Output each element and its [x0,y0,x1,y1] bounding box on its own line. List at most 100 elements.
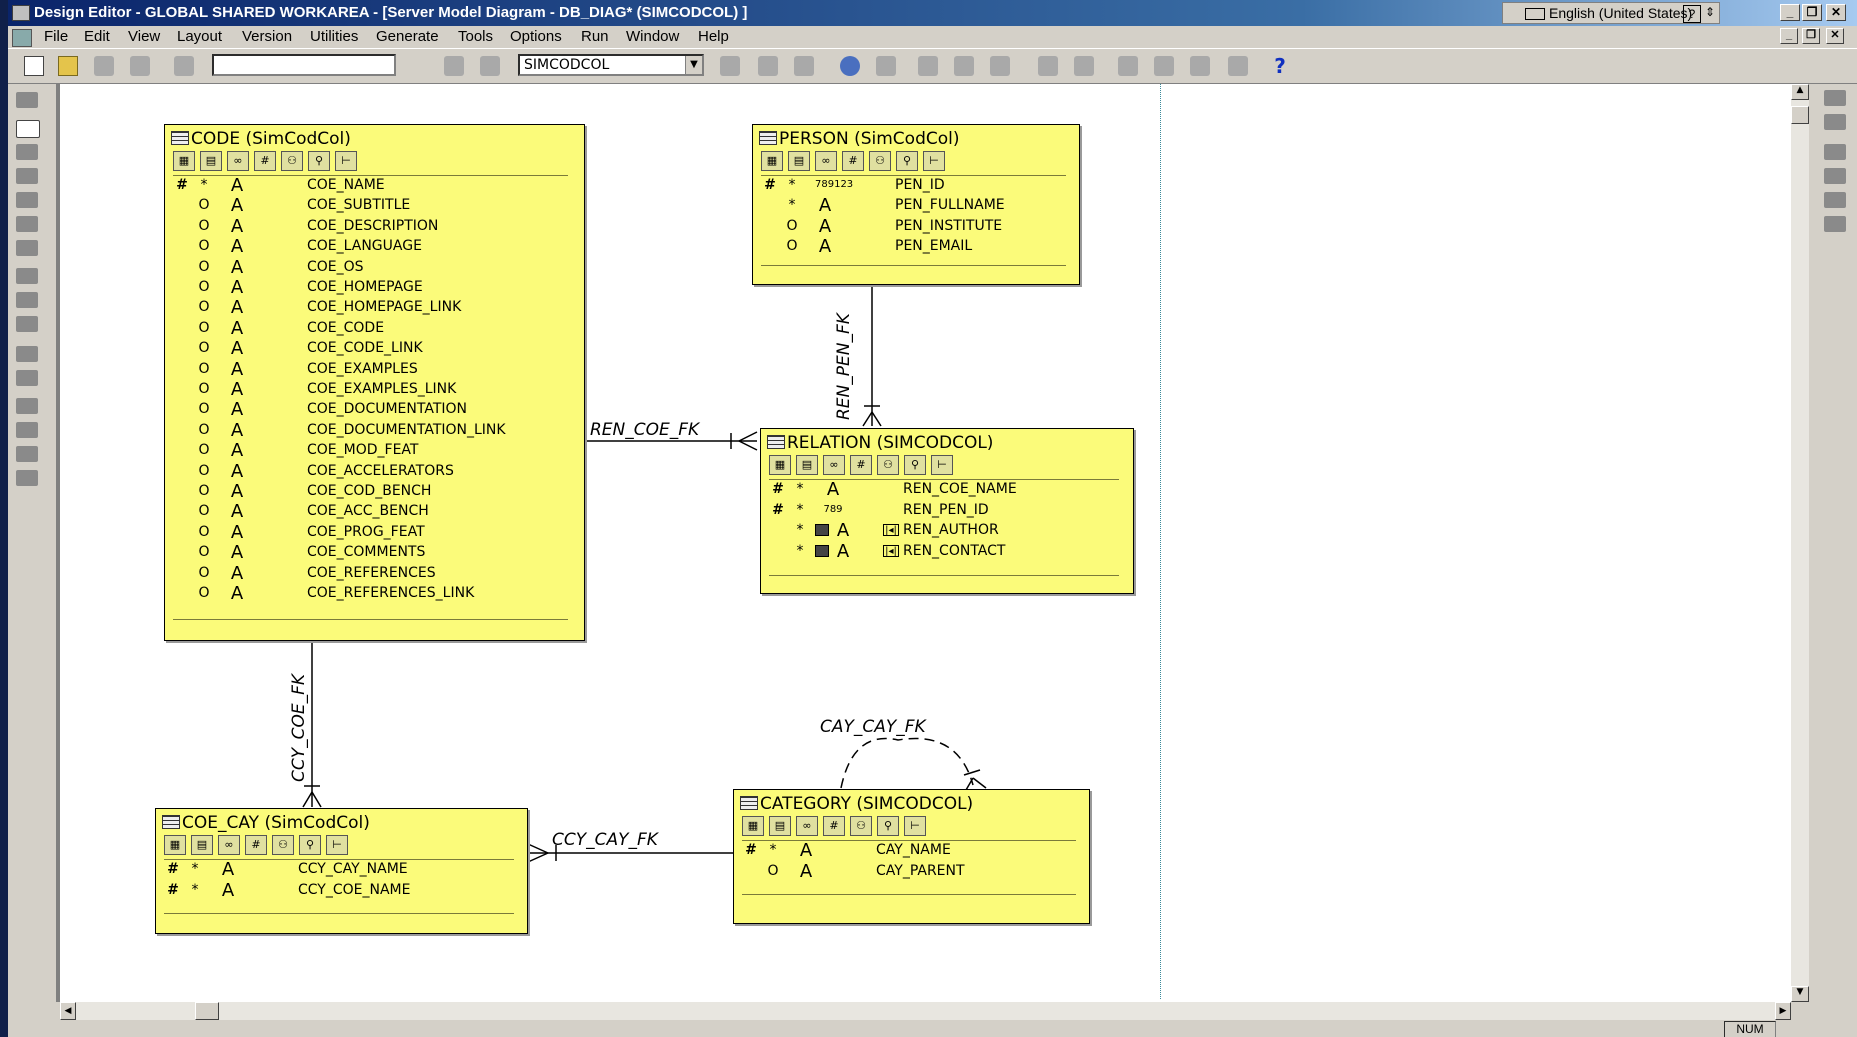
snapshot-tool-icon[interactable] [16,192,38,208]
column-row[interactable]: # * 789123 PEN_ID [753,177,1079,197]
cluster-tool-icon[interactable] [16,216,38,232]
sequence-tool-icon[interactable] [16,240,38,256]
entity-person[interactable]: PERSON (SimCodCol) ▦ ▤ ∞ # ⚇ ⚲ ⊢ # * 789123 PEN_I… [752,124,1080,285]
note-tool-icon[interactable] [16,470,38,486]
entity-toolbar-icon[interactable]: ⚲ [877,816,899,836]
entity-toolbar-icon[interactable]: ▤ [769,816,791,836]
entity-category[interactable]: CATEGORY (SIMCODCOL) ▦ ▤ ∞ # ⚇ ⚲ ⊢ # * A CAY_NAME… [733,789,1090,924]
column-row[interactable]: O A COE_OS [165,257,584,279]
draw-icon[interactable] [1038,56,1058,76]
edit-icon[interactable] [1118,56,1138,76]
zoom-out-icon[interactable] [876,56,896,76]
entity-toolbar-icon[interactable]: ▦ [761,151,783,171]
select-pointer-icon[interactable] [16,120,40,138]
entity-toolbar-icon[interactable]: ∞ [796,816,818,836]
link-tree-icon[interactable] [1824,192,1846,208]
menu-help[interactable]: Help [698,28,729,45]
schema-select[interactable]: SIMCODCOL ▼ [518,54,704,76]
menu-generate[interactable]: Generate [376,28,439,45]
column-row[interactable]: * A REN_CONTACT |◂| [761,541,1133,563]
open-icon[interactable] [58,56,78,76]
entity-toolbar-icon[interactable]: ∞ [815,151,837,171]
entity-toolbar-icon[interactable]: ▦ [173,151,195,171]
entity-toolbar-icon[interactable]: ▤ [191,835,213,855]
procedure-tool-icon[interactable] [16,398,38,414]
menu-tools[interactable]: Tools [458,28,493,45]
chevron-down-icon[interactable]: ▼ [685,56,702,74]
menu-layout[interactable]: Layout [177,28,222,45]
mdi-close-button[interactable]: ✕ [1826,28,1844,44]
column-row[interactable]: # * A REN_COE_NAME [761,479,1133,501]
menu-utilities[interactable]: Utilities [310,28,358,45]
ren-pen-fk-label[interactable]: REN_PEN_FK [834,313,854,420]
generate-icon[interactable] [1190,56,1210,76]
column-row[interactable]: O A COE_EXAMPLES [165,359,584,381]
link-right-icon[interactable] [1824,168,1846,184]
column-row[interactable]: O A COE_ACCELERATORS [165,461,584,483]
entity-toolbar-icon[interactable]: ⊢ [923,151,945,171]
entity-toolbar-icon[interactable]: ⊢ [335,151,357,171]
entity-relation[interactable]: RELATION (SIMCODCOL) ▦ ▤ ∞ # ⚇ ⚲ ⊢ # * A REN_COE_… [760,428,1134,594]
scroll-down-button[interactable]: ▼ [1791,986,1809,1002]
zoom-select-icon[interactable] [954,56,974,76]
column-row[interactable]: * A PEN_FULLNAME [753,195,1079,217]
entity-toolbar-icon[interactable]: ∞ [218,835,240,855]
column-row[interactable]: O A COE_COMMENTS [165,542,584,564]
entity-toolbar-icon[interactable]: ▤ [788,151,810,171]
new-icon[interactable] [24,56,44,76]
column-row[interactable]: O A COE_DOCUMENTATION [165,399,584,421]
column-row[interactable]: O A COE_EXAMPLES_LINK [165,379,584,401]
mdi-restore-button[interactable]: ❐ [1802,28,1820,44]
column-row[interactable]: O A COE_DOCUMENTATION_LINK [165,420,584,442]
column-row[interactable]: # * A CAY_NAME [734,840,1089,862]
view-tool-icon[interactable] [16,168,38,184]
column-row[interactable]: O A COE_DESCRIPTION [165,216,584,238]
entity-toolbar-icon[interactable]: ⚇ [272,835,294,855]
restore-button[interactable]: ❐ [1802,4,1822,21]
cut-icon[interactable] [444,56,464,76]
entity-toolbar-icon[interactable]: # [254,151,276,171]
column-row[interactable]: O A COE_CODE_LINK [165,338,584,360]
ccy-coe-fk-label[interactable]: CCY_COE_FK [289,673,309,783]
entity-toolbar-icon[interactable]: ⚇ [869,151,891,171]
vertical-scroll-thumb[interactable] [1791,106,1809,124]
help-icon[interactable]: ? [1270,56,1290,76]
entity-toolbar-icon[interactable]: # [842,151,864,171]
horizontal-scrollbar[interactable]: ◀ ▶ [60,1002,1791,1020]
close-button[interactable]: ✕ [1826,4,1846,21]
copy-icon[interactable] [480,56,500,76]
column-row[interactable]: O A COE_REFERENCES_LINK [165,583,584,605]
language-indicator[interactable]: English (United States) ? ⇕ [1502,2,1720,24]
entity-coe-cay[interactable]: COE_CAY (SimCodCol) ▦ ▤ ∞ # ⚇ ⚲ ⊢ # * A CCY_CAY_N… [155,808,528,934]
column-row[interactable]: O A COE_SUBTITLE [165,195,584,217]
column-row[interactable]: # * A CCY_CAY_NAME [156,859,527,881]
scroll-up-button[interactable]: ▲ [1791,84,1809,100]
entity-toolbar-icon[interactable]: ▤ [200,151,222,171]
navigator-icon[interactable] [16,92,38,108]
table-map-icon[interactable] [1824,90,1846,106]
language-options-icon[interactable]: ⇕ [1705,5,1715,19]
column-row[interactable]: # * A CCY_COE_NAME [156,880,527,902]
menu-edit[interactable]: Edit [84,28,110,45]
entity-toolbar-icon[interactable]: ∞ [823,455,845,475]
scroll-left-button[interactable]: ◀ [60,1002,76,1020]
column-row[interactable]: O A COE_CODE [165,318,584,340]
column-row[interactable]: O A COE_PROG_FEAT [165,522,584,544]
column-row[interactable]: O A COE_LANGUAGE [165,236,584,258]
entity-toolbar-icon[interactable]: ▦ [164,835,186,855]
column-row[interactable]: # * 789 REN_PEN_ID [761,502,1133,522]
entity-toolbar-icon[interactable]: ▦ [769,455,791,475]
entity-toolbar-icon[interactable]: ⚲ [904,455,926,475]
trigger-tool-icon[interactable] [16,346,38,362]
help-icon[interactable]: ? [1683,5,1701,23]
zoom-in-icon[interactable] [840,56,860,76]
column-row[interactable]: O A COE_HOMEPAGE_LINK [165,297,584,319]
zoom-fit-icon[interactable] [918,56,938,76]
entity-toolbar-icon[interactable]: ∞ [227,151,249,171]
entity-toolbar-icon[interactable]: ⚇ [281,151,303,171]
fk-tool-icon[interactable] [16,268,38,284]
entity-toolbar-icon[interactable]: # [823,816,845,836]
function-tool-icon[interactable] [16,422,38,438]
entity-toolbar-icon[interactable]: # [245,835,267,855]
synonym-tool-icon[interactable] [16,370,38,386]
